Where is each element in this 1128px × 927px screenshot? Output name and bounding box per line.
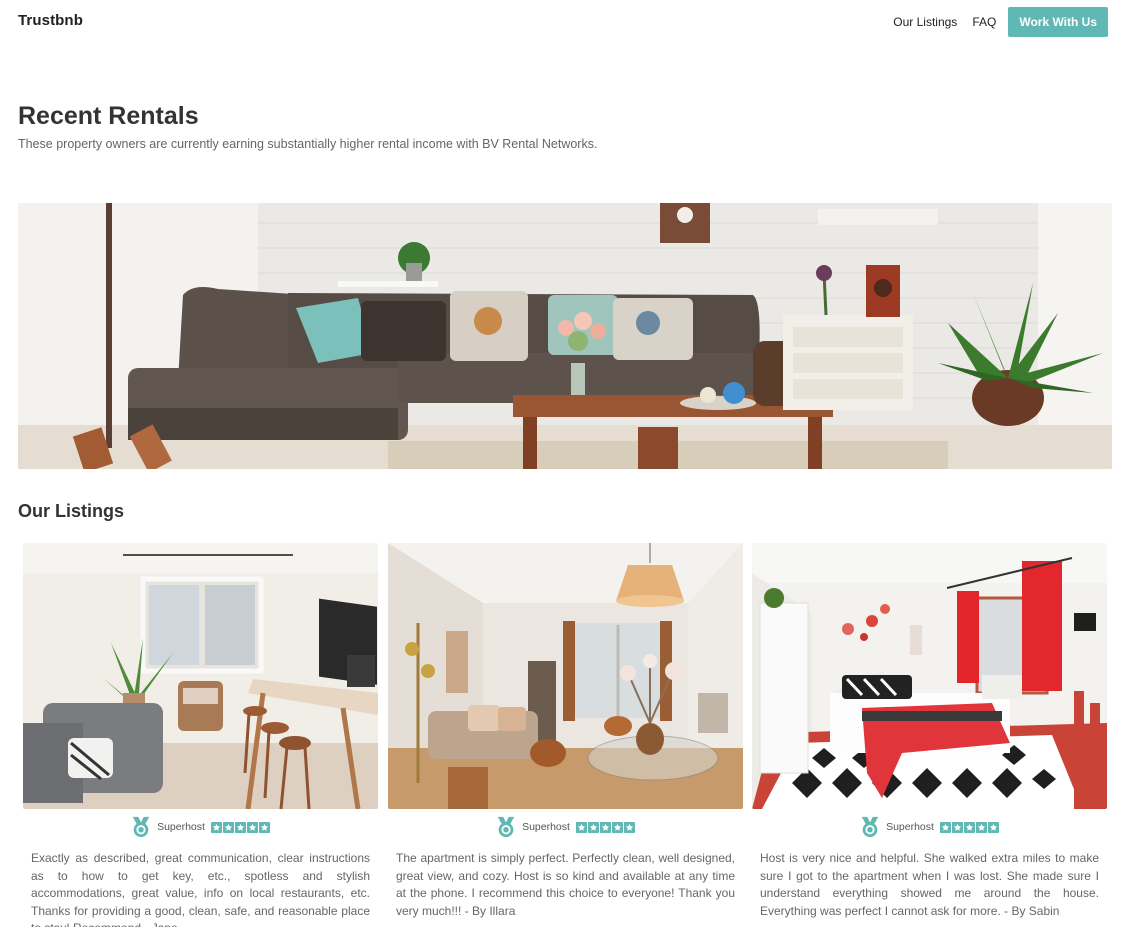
star-icon [210, 821, 222, 833]
star-icon [587, 821, 599, 833]
listing-photo-bedroom[interactable] [752, 543, 1107, 809]
star-icon [234, 821, 246, 833]
nav-our-listings-link[interactable]: Our Listings [893, 15, 957, 29]
star-rating [210, 821, 271, 833]
star-icon [222, 821, 234, 833]
star-icon [975, 821, 987, 833]
listing-meta: Superhost [752, 809, 1107, 845]
star-icon [575, 821, 587, 833]
page-subtitle: These property owners are currently earn… [18, 137, 598, 151]
work-with-us-button[interactable]: Work With Us [1008, 7, 1108, 37]
star-icon [987, 821, 999, 833]
listing-card[interactable]: Superhost The apartment is simply perfec… [388, 543, 743, 920]
listing-review: Exactly as described, great communicatio… [31, 851, 370, 927]
star-icon [951, 821, 963, 833]
listing-card[interactable]: Superhost Host is very nice and helpful.… [752, 543, 1107, 920]
listing-meta: Superhost [23, 809, 378, 845]
header: Trustbnb Our Listings FAQ Work With Us [0, 0, 1128, 44]
star-icon [611, 821, 623, 833]
star-icon [939, 821, 951, 833]
listing-card[interactable]: Superhost Exactly as described, great co… [23, 543, 378, 927]
listing-review: The apartment is simply perfect. Perfect… [396, 851, 735, 918]
star-rating [939, 821, 1000, 833]
superhost-medal-icon [497, 816, 515, 838]
star-icon [963, 821, 975, 833]
listing-meta: Superhost [388, 809, 743, 845]
hero-living-room-image [18, 203, 1112, 469]
brand-logo[interactable]: Trustbnb [18, 12, 83, 29]
superhost-label: Superhost [522, 821, 570, 833]
star-icon [258, 821, 270, 833]
listing-photo-lounge[interactable] [388, 543, 743, 809]
superhost-label: Superhost [886, 821, 934, 833]
listing-review: Host is very nice and helpful. She walke… [760, 851, 1099, 918]
star-icon [246, 821, 258, 833]
superhost-label: Superhost [157, 821, 205, 833]
star-icon [599, 821, 611, 833]
superhost-medal-icon [861, 816, 879, 838]
our-listings-heading: Our Listings [18, 501, 125, 521]
star-rating [575, 821, 636, 833]
nav-faq-link[interactable]: FAQ [972, 15, 996, 29]
page-title: Recent Rentals [18, 102, 199, 130]
star-icon [623, 821, 635, 833]
main-nav: Our Listings FAQ Work With Us [878, 7, 1108, 37]
listing-photo-living-room[interactable] [23, 543, 378, 809]
superhost-medal-icon [132, 816, 150, 838]
